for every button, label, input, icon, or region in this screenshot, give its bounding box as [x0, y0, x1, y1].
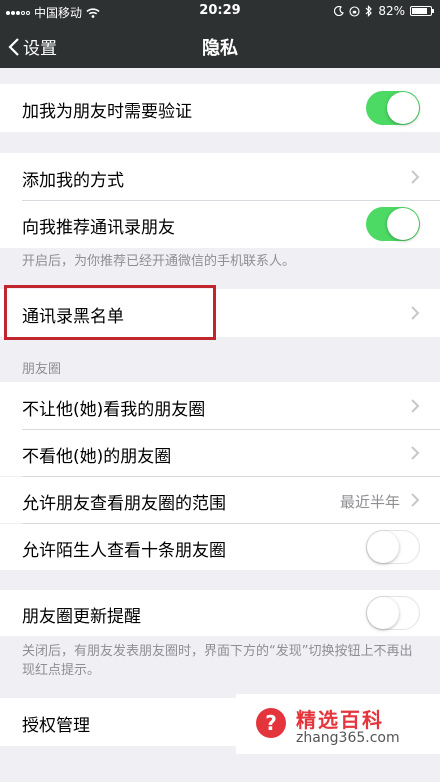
- row-label: 加我为朋友时需要验证: [22, 102, 192, 122]
- row-hide-my-moments[interactable]: 不让他(她)看我的朋友圈: [0, 382, 440, 430]
- watermark-badge-icon: ?: [256, 708, 286, 738]
- bluetooth-icon: [365, 5, 373, 17]
- stranger-ten-toggle[interactable]: [366, 530, 420, 564]
- chevron-right-icon: [411, 493, 420, 507]
- section-header-moments: 朋友圈: [22, 362, 62, 377]
- rotation-lock-icon: [349, 5, 360, 17]
- watermark: ? 精选百科 zhang365.com: [236, 694, 440, 754]
- watermark-url: zhang365.com: [296, 730, 400, 746]
- row-label: 添加我的方式: [22, 171, 124, 191]
- row-hide-their-moments[interactable]: 不看他(她)的朋友圈: [0, 430, 440, 476]
- row-recommend-contacts: 向我推荐通讯录朋友: [0, 201, 440, 248]
- row-label: 不看他(她)的朋友圈: [22, 447, 172, 467]
- moments-update-toggle[interactable]: [366, 596, 420, 630]
- row-label: 允许陌生人查看十条朋友圈: [22, 541, 226, 561]
- row-label: 朋友圈更新提醒: [22, 607, 141, 627]
- watermark-title: 精选百科: [296, 708, 384, 732]
- row-moments-update-alert: 朋友圈更新提醒: [0, 590, 440, 636]
- recommend-note: 开启后，为你推荐已经开通微信的手机联系人。: [22, 254, 296, 269]
- page-title: 隐私: [202, 38, 238, 59]
- row-verify-friend: 加我为朋友时需要验证: [0, 84, 440, 132]
- chevron-right-icon: [411, 306, 420, 320]
- row-add-me-methods[interactable]: 添加我的方式: [0, 153, 440, 201]
- row-label: 向我推荐通讯录朋友: [22, 218, 175, 238]
- status-bar: 中国移动 20:29 82%: [0, 0, 440, 24]
- row-label: 不让他(她)看我的朋友圈: [22, 400, 206, 420]
- battery-icon: [410, 6, 434, 16]
- chevron-right-icon: [411, 399, 420, 413]
- battery-level: [412, 8, 427, 14]
- update-note: 关闭后，有朋友发表朋友圈时，界面下方的“发现”切换按钮上不再出现红点提示。: [22, 644, 413, 678]
- moments-range-value: 最近半年: [339, 493, 400, 511]
- highlight-box: [4, 285, 216, 340]
- toggle-knob: [387, 92, 419, 124]
- chevron-right-icon: [411, 446, 420, 460]
- toggle-knob: [367, 531, 399, 563]
- row-label: 授权管理: [22, 716, 90, 736]
- row-label: 允许朋友查看朋友圈的范围: [22, 494, 226, 514]
- verify-friend-toggle[interactable]: [366, 91, 420, 125]
- battery-percent: 82%: [378, 4, 405, 18]
- toggle-knob: [367, 597, 399, 629]
- toggle-knob: [387, 208, 419, 240]
- row-moments-range[interactable]: 允许朋友查看朋友圈的范围 最近半年: [0, 477, 440, 523]
- navigation-bar: 设置 隐私: [0, 24, 440, 68]
- row-stranger-ten: 允许陌生人查看十条朋友圈: [0, 524, 440, 570]
- chevron-right-icon: [411, 170, 420, 184]
- recommend-contacts-toggle[interactable]: [366, 207, 420, 241]
- moon-icon: [334, 6, 345, 16]
